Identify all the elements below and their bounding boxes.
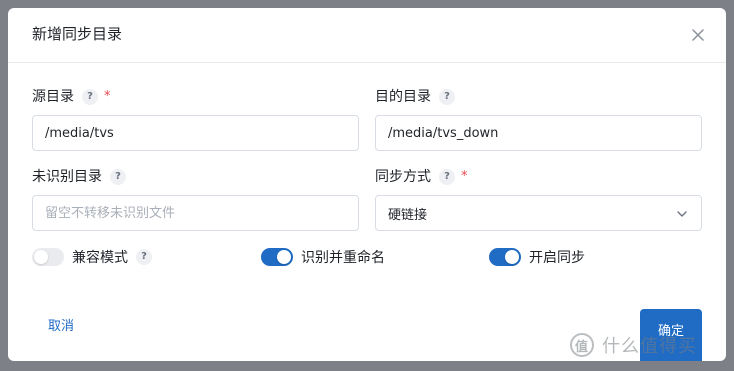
enable-sync-toggle-row: 开启同步 [489,247,585,267]
dialog-header: 新增同步目录 [8,8,726,63]
sync-mode-select[interactable]: 硬链接 [375,195,702,231]
help-icon[interactable]: ? [439,169,455,185]
dialog-title: 新增同步目录 [32,25,123,43]
dest-dir-input[interactable] [375,115,702,151]
rename-label: 识别并重命名 [301,250,385,266]
required-mark: * [461,169,468,184]
unrecognized-dir-label: 未识别目录 [32,169,102,185]
chevron-down-icon [675,207,689,221]
rename-switch[interactable] [261,248,293,266]
close-icon[interactable] [688,25,708,45]
watermark-seal-icon: 值 [570,333,594,357]
watermark-text: 什么值得买 [602,336,697,357]
source-dir-input[interactable] [32,115,359,151]
unrecognized-dir-input[interactable] [32,195,359,231]
unrecognized-dir-label-row: 未识别目录 ? [32,167,126,187]
compat-mode-label: 兼容模式 [72,250,128,266]
sync-mode-value: 硬链接 [388,207,428,223]
rename-toggle-row: 识别并重命名 [261,247,385,267]
sync-mode-label: 同步方式 [375,169,431,185]
source-dir-label: 源目录 [32,89,74,105]
help-icon[interactable]: ? [136,249,152,265]
compat-mode-toggle-row: 兼容模式 ? [32,247,152,267]
dest-dir-label-row: 目的目录 ? [375,87,455,107]
cancel-button[interactable]: 取消 [48,318,74,336]
help-icon[interactable]: ? [82,89,98,105]
watermark: 值 什么值得买 [570,332,697,358]
help-icon[interactable]: ? [110,169,126,185]
compat-mode-switch[interactable] [32,248,64,266]
enable-sync-switch[interactable] [489,248,521,266]
required-mark: * [104,89,111,104]
dest-dir-label: 目的目录 [375,89,431,105]
source-dir-label-row: 源目录 ? * [32,87,111,107]
enable-sync-label: 开启同步 [529,250,585,266]
sync-mode-label-row: 同步方式 ? * [375,167,468,187]
help-icon[interactable]: ? [439,89,455,105]
add-sync-dir-dialog: 新增同步目录 源目录 ? * 目的目录 ? 未识别目录 ? 同步方式 ? * 硬… [8,8,726,361]
